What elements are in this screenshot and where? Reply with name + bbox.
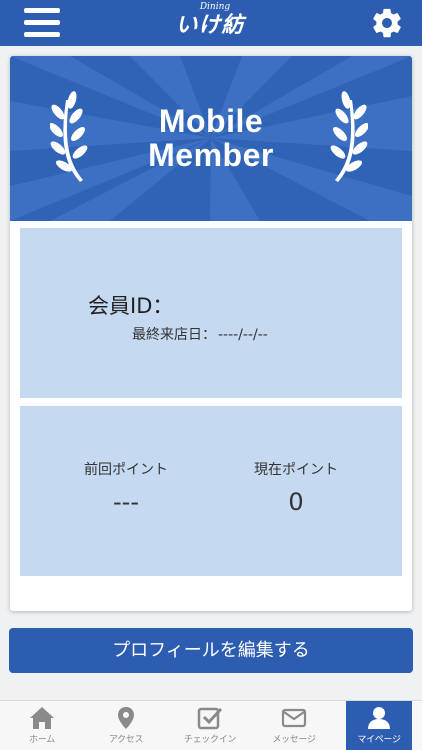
hamburger-menu-icon[interactable] (24, 8, 60, 38)
member-banner: Mobile Member (10, 56, 412, 221)
current-points-label: 現在ポイント (254, 462, 338, 478)
tab-home[interactable]: ホーム (0, 701, 84, 750)
current-points-value: 0 (288, 488, 304, 516)
tab-mypage-label: マイページ (357, 735, 401, 745)
bottom-tab-bar: ホーム アクセス チェックイン メッセージ マイページ (0, 700, 422, 750)
points-panel: 前回ポイント 現在ポイント --- 0 (20, 406, 402, 576)
tab-access-label: アクセス (108, 735, 144, 745)
mail-icon (281, 708, 307, 728)
checkin-icon (197, 707, 223, 730)
tab-message[interactable]: メッセージ (252, 701, 336, 750)
logo-subtitle: Dining (199, 2, 231, 12)
member-id-label: 会員ID： (88, 294, 174, 318)
home-icon (30, 707, 54, 729)
app-header: Dining いけ紡 (0, 0, 422, 46)
tab-mypage[interactable]: マイページ (346, 701, 412, 750)
previous-points-label: 前回ポイント (84, 462, 168, 478)
member-card: Mobile Member 会員ID： 最終来店日： ----/--/-- 前回ポ… (10, 56, 412, 611)
laurel-right-icon (330, 91, 368, 182)
gear-icon[interactable] (370, 6, 404, 40)
last-visit-value: ----/--/-- (218, 327, 268, 343)
member-id-panel: 会員ID： 最終来店日： ----/--/-- (20, 228, 402, 398)
tab-checkin[interactable]: チェックイン (168, 701, 252, 750)
last-visit: 最終来店日： ----/--/-- (132, 324, 268, 344)
user-icon (368, 707, 390, 729)
map-pin-icon (118, 707, 134, 729)
last-visit-label: 最終来店日： (132, 327, 216, 343)
tab-home-label: ホーム (29, 735, 55, 745)
edit-profile-button[interactable]: プロフィールを編集する (9, 628, 413, 673)
previous-points-value: --- (113, 488, 139, 516)
tab-message-label: メッセージ (272, 735, 316, 745)
tab-access[interactable]: アクセス (84, 701, 168, 750)
store-logo: Dining いけ紡 (162, 2, 258, 44)
tab-checkin-label: チェックイン (183, 735, 237, 745)
logo-title: いけ紡 (175, 12, 245, 38)
